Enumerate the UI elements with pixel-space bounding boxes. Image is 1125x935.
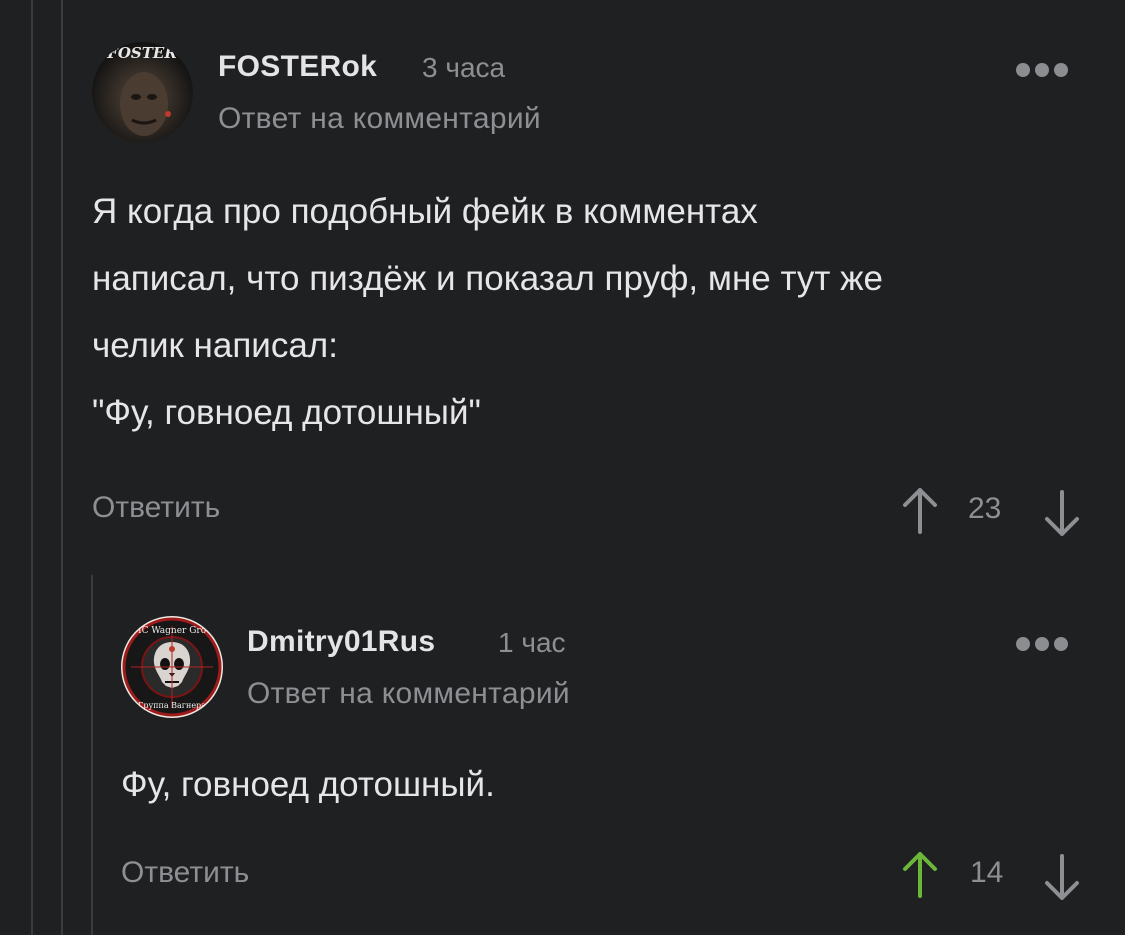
avatar-text-bottom: Группа Вагнера bbox=[138, 701, 206, 710]
thread-line-outer bbox=[31, 0, 33, 935]
vote-score: 23 bbox=[968, 492, 1002, 525]
more-options-icon[interactable] bbox=[1016, 63, 1068, 77]
thread-line-reply bbox=[91, 575, 93, 935]
comment-time: 1 час bbox=[498, 627, 566, 658]
reply-button[interactable]: Ответить bbox=[92, 491, 220, 525]
downvote-arrow-icon[interactable] bbox=[1042, 488, 1082, 543]
avatar-image: FOSTER bbox=[92, 42, 193, 143]
downvote-arrow-icon[interactable] bbox=[1042, 852, 1082, 907]
reply-note[interactable]: Ответ на комментарий bbox=[247, 677, 570, 711]
author-name[interactable]: Dmitry01Rus bbox=[247, 625, 435, 659]
avatar-image: PMC Wagner Group Группа Вагнера bbox=[122, 617, 222, 717]
more-options-icon[interactable] bbox=[1016, 637, 1068, 651]
vote-score: 14 bbox=[970, 856, 1004, 889]
avatar[interactable]: PMC Wagner Group Группа Вагнера bbox=[121, 616, 223, 718]
comment-text: Я когда про подобный фейк в комментах на… bbox=[92, 192, 884, 432]
reply-note[interactable]: Ответ на комментарий bbox=[218, 102, 541, 136]
avatar[interactable]: FOSTER bbox=[92, 42, 193, 143]
reply-button[interactable]: Ответить bbox=[121, 856, 249, 890]
thread-line-inner bbox=[61, 0, 63, 935]
comment-time: 3 часа bbox=[422, 52, 506, 83]
comment-text: Фу, говноед дотошный. bbox=[121, 765, 495, 804]
upvote-arrow-icon[interactable] bbox=[900, 850, 940, 905]
upvote-arrow-icon[interactable] bbox=[900, 486, 940, 541]
author-name[interactable]: FOSTERok bbox=[218, 50, 377, 84]
avatar-text: FOSTER bbox=[106, 44, 177, 62]
avatar-text-top: PMC Wagner Group bbox=[126, 626, 218, 636]
